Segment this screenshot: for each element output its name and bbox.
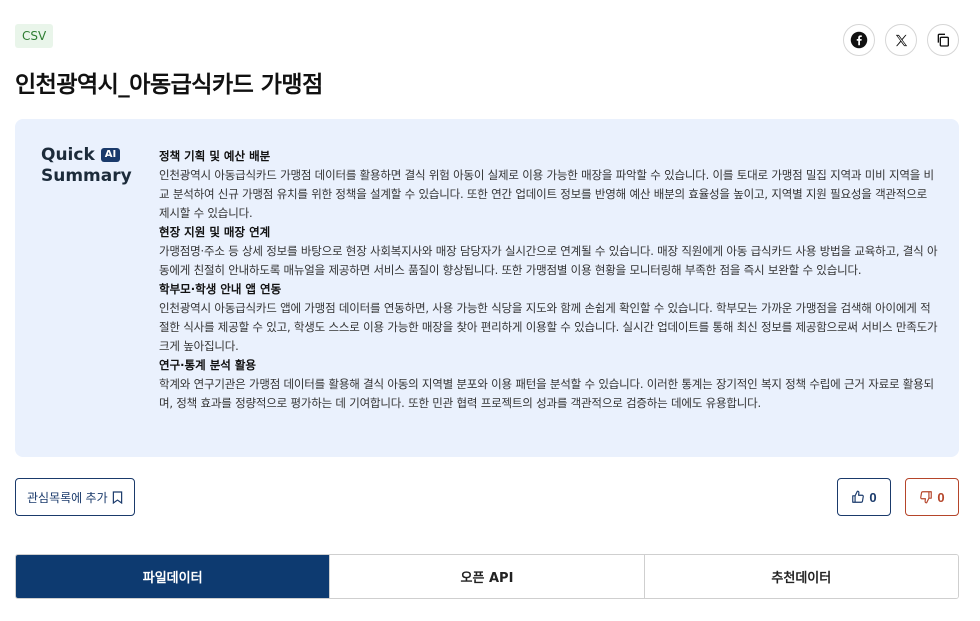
- quick-summary-body: 정책 기획 및 예산 배분 인천광역시 아동급식카드 가맹점 데이터를 활용하면…: [159, 147, 939, 413]
- copy-icon: [937, 33, 949, 47]
- summary-section-title: 연구·통계 분석 활용: [159, 358, 257, 372]
- summary-section: 정책 기획 및 예산 배분 인천광역시 아동급식카드 가맹점 데이터를 활용하면…: [159, 147, 939, 223]
- quick-summary-heading-line2: Summary: [41, 166, 132, 186]
- summary-section: 연구·통계 분석 활용 학계와 연구기관은 가맹점 데이터를 활용해 결식 아동…: [159, 356, 939, 413]
- summary-section-text: 인천광역시 아동급식카드 앱에 가맹점 데이터를 연동하면, 사용 가능한 식당…: [159, 301, 938, 353]
- like-button[interactable]: 0: [837, 478, 891, 516]
- tab-recommended-data[interactable]: 추천데이터: [643, 555, 958, 598]
- thumbs-down-icon: [920, 491, 933, 504]
- share-bar: [843, 24, 959, 56]
- thumbs-up-icon: [852, 490, 865, 503]
- facebook-share-button[interactable]: [843, 24, 875, 56]
- copy-link-button[interactable]: [927, 24, 959, 56]
- summary-section: 현장 지원 및 매장 연계 가맹점명·주소 등 상세 정보를 바탕으로 현장 사…: [159, 223, 939, 280]
- add-to-favorites-button[interactable]: 관심목록에 추가: [15, 478, 135, 516]
- add-to-favorites-label: 관심목록에 추가: [27, 490, 108, 505]
- page-title: 인천광역시_아동급식카드 가맹점: [15, 72, 323, 98]
- x-icon: [895, 34, 907, 46]
- content-tabs: 파일데이터 오픈 API 추천데이터: [15, 554, 959, 599]
- like-count: 0: [869, 489, 877, 505]
- summary-section-title: 정책 기획 및 예산 배분: [159, 149, 271, 163]
- tab-open-api[interactable]: 오픈 API: [329, 555, 644, 598]
- quick-summary-heading: Quick AI Summary: [41, 145, 132, 186]
- summary-section-title: 현장 지원 및 매장 연계: [159, 225, 271, 239]
- dislike-button[interactable]: 0: [905, 478, 959, 516]
- quick-summary-heading-line1: Quick: [41, 145, 95, 165]
- x-share-button[interactable]: [885, 24, 917, 56]
- summary-section-title: 학부모·학생 안내 앱 연동: [159, 282, 282, 296]
- bookmark-icon: [112, 490, 122, 504]
- facebook-icon: [850, 31, 868, 49]
- format-badge: CSV: [15, 24, 54, 48]
- quick-summary-panel: Quick AI Summary 정책 기획 및 예산 배분 인천광역시 아동급…: [15, 119, 959, 457]
- dislike-count: 0: [937, 489, 945, 505]
- summary-section-text: 인천광역시 아동급식카드 가맹점 데이터를 활용하면 결식 위험 아동이 실제로…: [159, 168, 934, 220]
- summary-section: 학부모·학생 안내 앱 연동 인천광역시 아동급식카드 앱에 가맹점 데이터를 …: [159, 280, 939, 356]
- ai-badge: AI: [100, 148, 121, 162]
- tab-file-data[interactable]: 파일데이터: [16, 555, 330, 598]
- summary-section-text: 학계와 연구기관은 가맹점 데이터를 활용해 결식 아동의 지역별 분포와 이용…: [159, 377, 934, 410]
- summary-section-text: 가맹점명·주소 등 상세 정보를 바탕으로 현장 사회복지사와 매장 담당자가 …: [159, 244, 938, 277]
